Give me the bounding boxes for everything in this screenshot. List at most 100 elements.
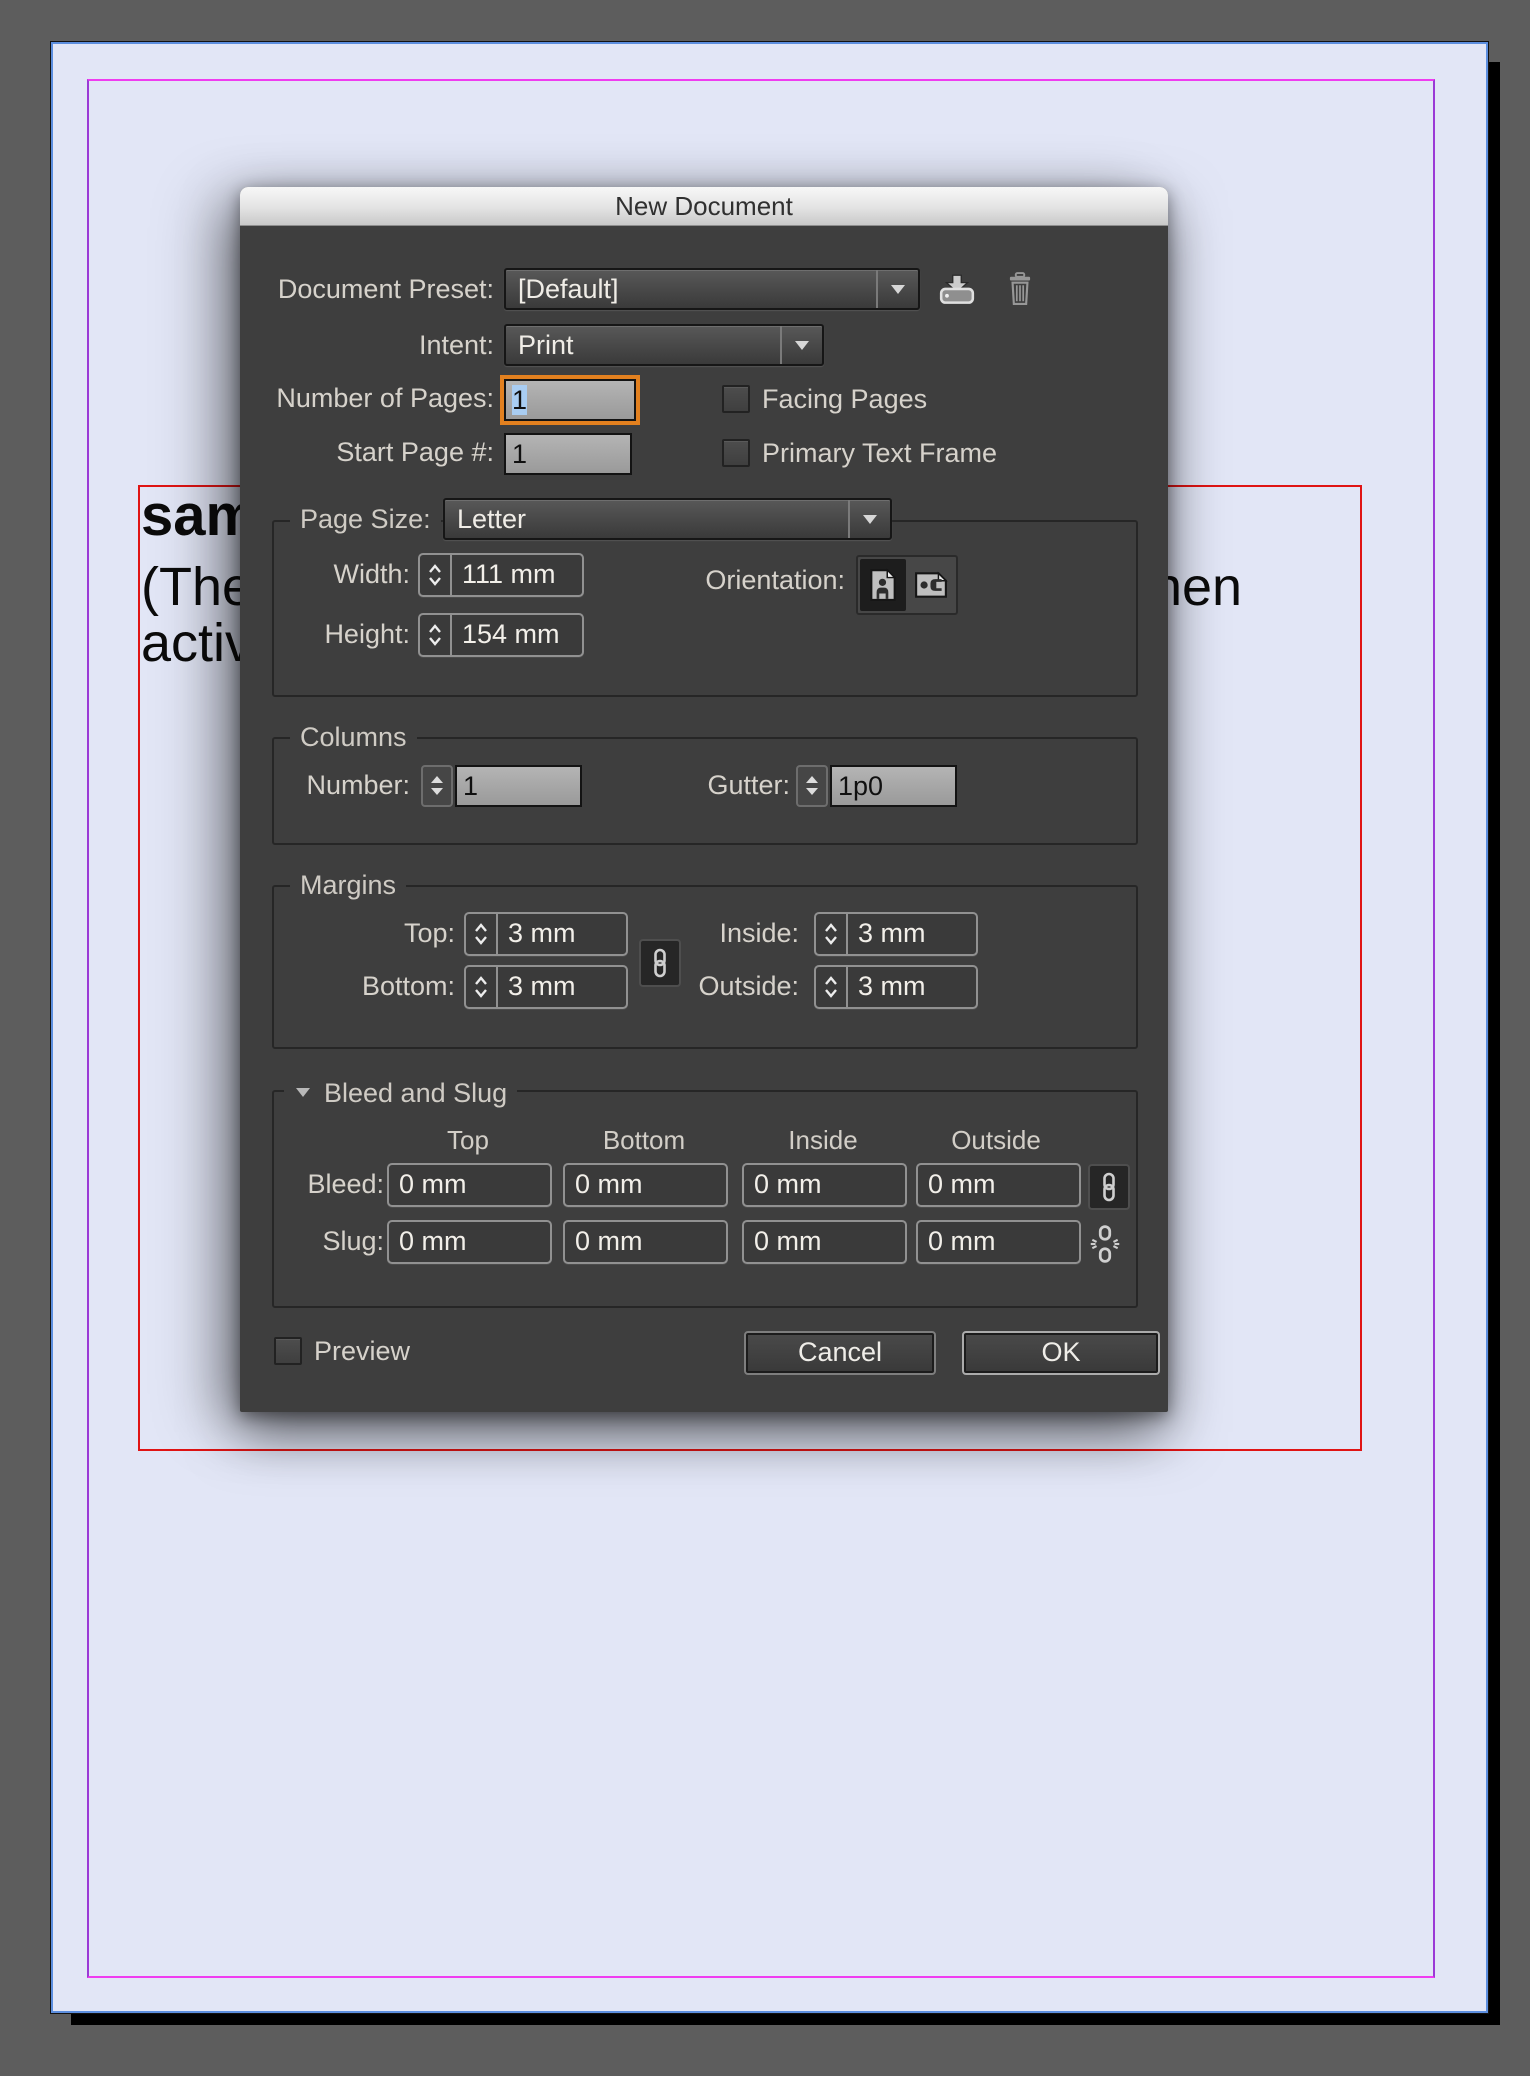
- dialog-titlebar[interactable]: New Document: [240, 187, 1168, 226]
- slug-outside-field[interactable]: 0 mm: [916, 1220, 1081, 1264]
- start-page-label: Start Page #:: [240, 431, 494, 473]
- document-preset-select[interactable]: [Default]: [504, 268, 920, 310]
- slug-top-field[interactable]: 0 mm: [387, 1220, 552, 1264]
- slug-inside-field[interactable]: 0 mm: [742, 1220, 907, 1264]
- margin-top-field[interactable]: 3 mm: [464, 912, 628, 956]
- slug-outside-value: 0 mm: [918, 1222, 1079, 1262]
- up-down-triangles-icon: [427, 772, 447, 800]
- bleed-outside-field[interactable]: 0 mm: [916, 1163, 1081, 1207]
- chevron-down-icon: [876, 270, 918, 308]
- document-preset-value: [Default]: [518, 274, 619, 304]
- broken-chain-icon: [1090, 1225, 1120, 1263]
- gutter-stepper[interactable]: [796, 765, 828, 807]
- up-down-triangles-icon: [802, 772, 822, 800]
- columns-number-label: Number:: [260, 764, 410, 806]
- trash-icon: [1006, 272, 1034, 306]
- save-preset-button[interactable]: [938, 273, 976, 307]
- bleed-outside-value: 0 mm: [918, 1165, 1079, 1205]
- width-field[interactable]: 111 mm: [418, 553, 584, 597]
- number-of-pages-input[interactable]: 1: [504, 379, 636, 421]
- margin-inside-value: 3 mm: [848, 914, 976, 954]
- slug-bottom-value: 0 mm: [565, 1222, 726, 1262]
- start-page-value: 1: [512, 439, 527, 469]
- up-down-chevrons-icon[interactable]: [816, 914, 848, 954]
- slug-top-value: 0 mm: [389, 1222, 550, 1262]
- columns-number-value: 1: [463, 771, 478, 801]
- bleed-bottom-value: 0 mm: [565, 1165, 726, 1205]
- margins-legend: Margins: [290, 869, 406, 901]
- save-preset-icon: [938, 273, 976, 307]
- primary-text-frame-checkbox[interactable]: [722, 439, 750, 467]
- chevron-down-icon: [780, 326, 822, 364]
- chain-link-icon: [649, 948, 671, 978]
- page-size-value: Letter: [457, 504, 526, 534]
- margin-bottom-value: 3 mm: [498, 967, 626, 1007]
- margin-bottom-label: Bottom:: [300, 965, 455, 1007]
- bleed-slug-legend-text: Bleed and Slug: [324, 1078, 507, 1108]
- intent-select[interactable]: Print: [504, 324, 824, 366]
- column-header-outside: Outside: [951, 1125, 1041, 1156]
- width-label: Width:: [280, 553, 410, 595]
- preview-label[interactable]: Preview: [314, 1336, 410, 1366]
- slug-bottom-field[interactable]: 0 mm: [563, 1220, 728, 1264]
- document-preset-label: Document Preset:: [240, 268, 494, 310]
- columns-number-input[interactable]: 1: [455, 765, 582, 807]
- orientation-landscape-button[interactable]: [908, 559, 954, 611]
- bleed-top-value: 0 mm: [389, 1165, 550, 1205]
- columns-legend: Columns: [290, 721, 417, 753]
- ok-button[interactable]: OK: [962, 1331, 1160, 1375]
- portrait-page-icon: [869, 568, 897, 602]
- cancel-button[interactable]: Cancel: [744, 1331, 936, 1375]
- margin-top-label: Top:: [300, 912, 455, 954]
- up-down-chevrons-icon[interactable]: [816, 967, 848, 1007]
- bleed-top-field[interactable]: 0 mm: [387, 1163, 552, 1207]
- number-of-pages-label: Number of Pages:: [240, 377, 494, 419]
- start-page-input[interactable]: 1: [504, 433, 632, 475]
- up-down-chevrons-icon[interactable]: [466, 914, 498, 954]
- columns-number-stepper[interactable]: [421, 765, 453, 807]
- margin-inside-field[interactable]: 3 mm: [814, 912, 978, 956]
- bleed-link-button[interactable]: [1088, 1164, 1130, 1210]
- chain-link-icon: [1098, 1172, 1120, 1202]
- preview-checkbox[interactable]: [274, 1337, 302, 1365]
- document-body-fragment-left: (The: [141, 558, 252, 617]
- margin-top-value: 3 mm: [498, 914, 626, 954]
- new-document-dialog: New Document Document Preset: [Default] …: [240, 187, 1168, 1412]
- bleed-bottom-field[interactable]: 0 mm: [563, 1163, 728, 1207]
- up-down-chevrons-icon[interactable]: [466, 967, 498, 1007]
- page-size-group: [272, 520, 1138, 697]
- chevron-down-icon: [848, 500, 890, 538]
- facing-pages-label[interactable]: Facing Pages: [762, 384, 927, 414]
- intent-value: Print: [518, 330, 574, 360]
- delete-preset-button[interactable]: [1006, 272, 1034, 306]
- height-field[interactable]: 154 mm: [418, 613, 584, 657]
- intent-label: Intent:: [240, 324, 494, 366]
- column-header-top: Top: [447, 1125, 489, 1156]
- margin-bottom-field[interactable]: 3 mm: [464, 965, 628, 1009]
- orientation-label: Orientation:: [700, 559, 845, 601]
- height-label: Height:: [280, 613, 410, 655]
- up-down-chevrons-icon[interactable]: [420, 615, 452, 655]
- primary-text-frame-label[interactable]: Primary Text Frame: [762, 438, 997, 468]
- margins-link-button[interactable]: [639, 939, 681, 987]
- page-size-select[interactable]: Letter: [443, 498, 892, 540]
- gutter-label: Gutter:: [660, 764, 790, 806]
- orientation-portrait-button[interactable]: [860, 559, 906, 611]
- width-value: 111 mm: [452, 555, 582, 595]
- slug-unlink-button[interactable]: [1090, 1225, 1120, 1263]
- column-header-inside: Inside: [788, 1125, 857, 1156]
- slug-inside-value: 0 mm: [744, 1222, 905, 1262]
- gutter-input[interactable]: 1p0: [830, 765, 957, 807]
- margin-outside-value: 3 mm: [848, 967, 976, 1007]
- bleed-inside-value: 0 mm: [744, 1165, 905, 1205]
- gutter-value: 1p0: [838, 771, 883, 801]
- disclosure-triangle-icon[interactable]: [294, 1074, 312, 1106]
- bleed-slug-legend[interactable]: Bleed and Slug: [284, 1074, 517, 1109]
- facing-pages-checkbox[interactable]: [722, 385, 750, 413]
- number-of-pages-value: 1: [512, 385, 527, 415]
- up-down-chevrons-icon[interactable]: [420, 555, 452, 595]
- page-size-legend: Page Size:: [290, 503, 441, 535]
- margin-outside-field[interactable]: 3 mm: [814, 965, 978, 1009]
- height-value: 154 mm: [452, 615, 582, 655]
- bleed-inside-field[interactable]: 0 mm: [742, 1163, 907, 1207]
